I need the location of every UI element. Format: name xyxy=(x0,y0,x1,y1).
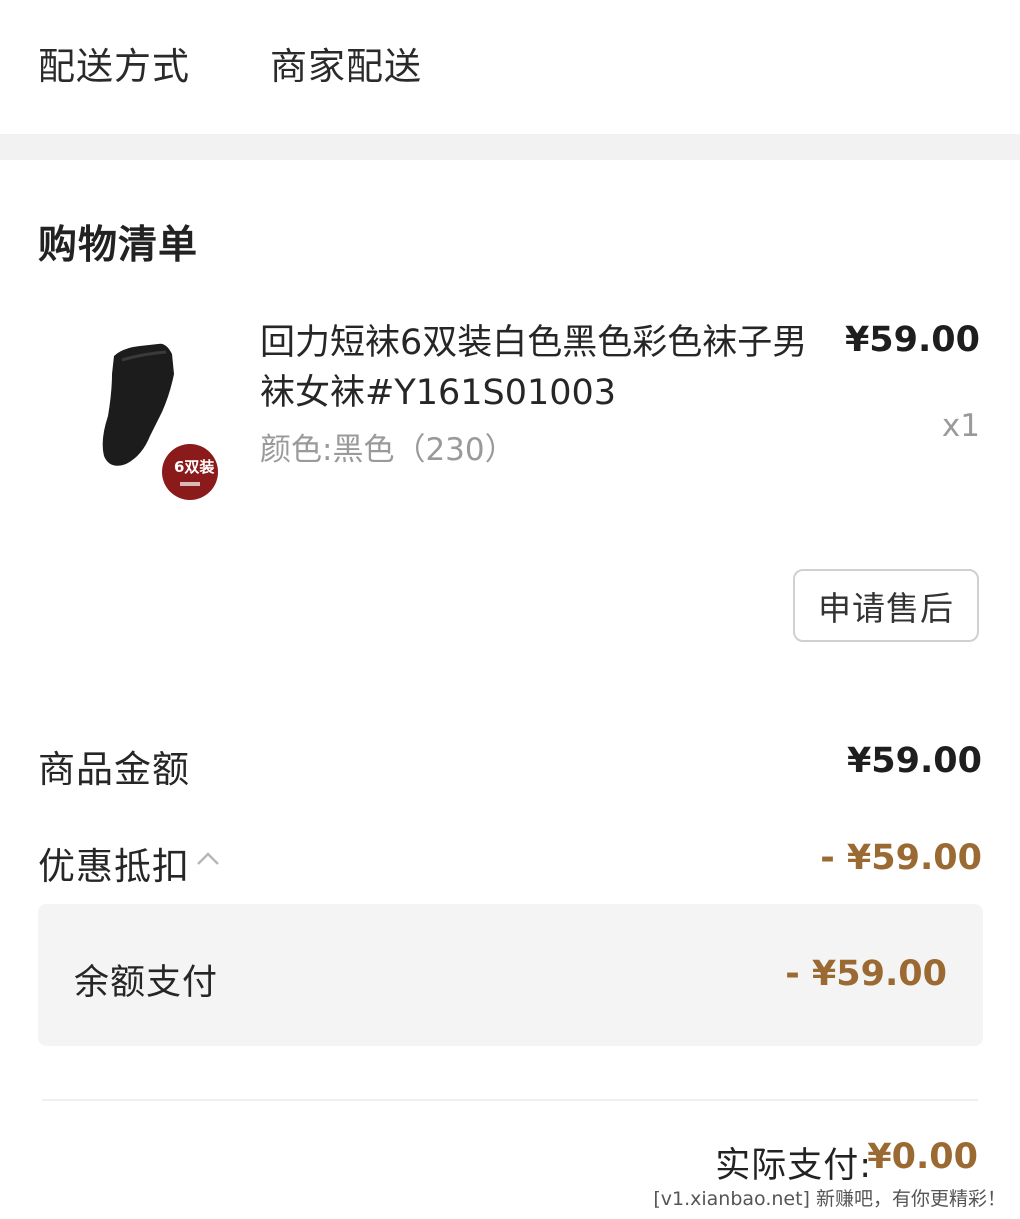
goods-amount-label: 商品金额 xyxy=(38,748,190,791)
section-divider xyxy=(0,134,1020,160)
delivery-method-label: 配送方式 xyxy=(38,45,190,88)
product-thumbnail[interactable]: 6双装 xyxy=(62,296,240,516)
product-name[interactable]: 回力短袜6双装白色黑色彩色袜子男袜女袜#Y161S01003 xyxy=(260,318,820,418)
summary-divider xyxy=(42,1099,978,1101)
apply-aftersale-button[interactable]: 申请售后 xyxy=(793,569,979,642)
discount-value: - ¥59.00 xyxy=(820,838,982,878)
product-spec: 颜色:黑色（230） xyxy=(260,432,516,468)
sock-icon: 6双装 xyxy=(102,343,218,500)
actual-payment-value: ¥0.00 xyxy=(867,1137,978,1177)
shopping-list-title: 购物清单 xyxy=(38,223,199,268)
product-quantity: x1 xyxy=(941,408,980,444)
balance-payment-value: - ¥59.00 xyxy=(785,954,947,994)
goods-amount-value: ¥59.00 xyxy=(846,741,982,781)
balance-payment-panel: 余额支付 - ¥59.00 xyxy=(38,904,983,1046)
delivery-method-row: 配送方式 商家配送 xyxy=(0,0,1020,134)
balance-payment-label: 余额支付 xyxy=(74,963,219,1003)
pack-badge-text: 6双装 xyxy=(174,458,215,476)
watermark-text: [v1.xianbao.net] 新赚吧，有你更精彩！ xyxy=(653,1184,1006,1211)
actual-payment-label: 实际支付: xyxy=(715,1146,872,1186)
delivery-method-value: 商家配送 xyxy=(270,45,422,88)
chevron-up-icon[interactable] xyxy=(196,850,220,866)
product-price: ¥59.00 xyxy=(844,320,980,360)
discount-label[interactable]: 优惠抵扣 xyxy=(38,836,190,890)
